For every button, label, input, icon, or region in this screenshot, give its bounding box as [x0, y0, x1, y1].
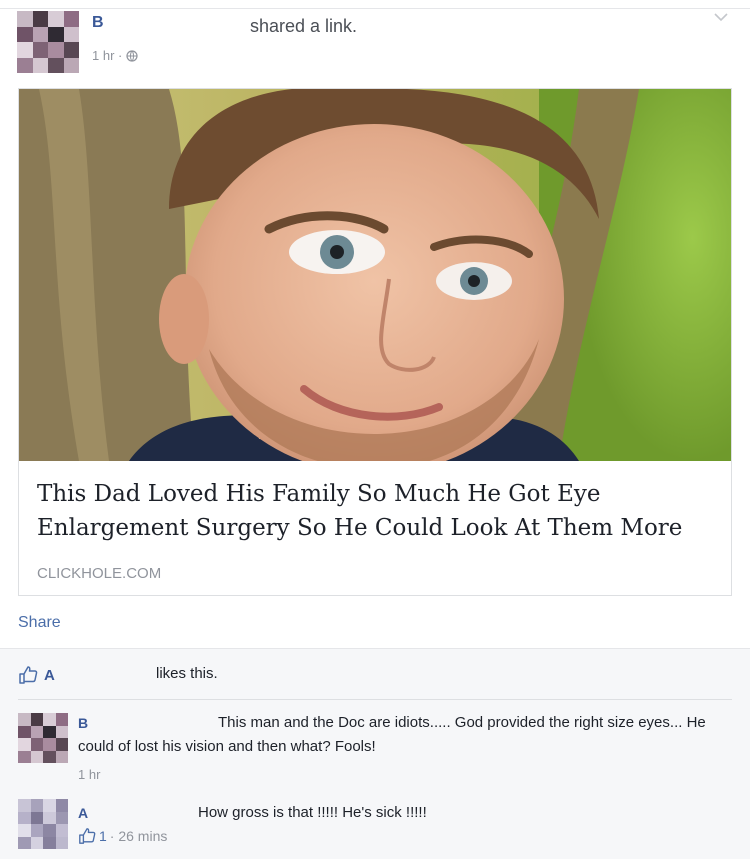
like-summary: A likes this.: [18, 665, 218, 685]
shared-action-text: shared a link.: [250, 16, 358, 36]
thumbs-up-icon: [18, 665, 38, 685]
top-divider: [0, 8, 750, 9]
globe-icon: [126, 49, 138, 62]
facebook-post: B shared a link. 1 hr · This Dad Loved H…: [0, 0, 750, 859]
comment-author[interactable]: A: [78, 805, 88, 821]
post-time[interactable]: 1 hr ·: [92, 48, 122, 63]
commenter-avatar[interactable]: [18, 799, 68, 849]
link-preview-image[interactable]: [19, 89, 731, 461]
feedback-section: A likes this. B This man and the Doc are…: [0, 648, 750, 859]
commenter-avatar[interactable]: [18, 713, 68, 763]
chevron-down-icon[interactable]: [712, 10, 730, 24]
comment-meta: 1 · 26 mins: [78, 827, 167, 845]
comment-time[interactable]: · 26 mins: [110, 828, 168, 844]
poster-avatar[interactable]: [17, 11, 79, 73]
link-title[interactable]: This Dad Loved His Family So Much He Got…: [37, 477, 717, 545]
comment-time[interactable]: 1 hr: [78, 767, 100, 782]
post-author[interactable]: B: [92, 14, 104, 32]
thumbs-up-icon[interactable]: [78, 827, 96, 845]
liker-name[interactable]: A: [44, 667, 55, 684]
link-domain: CLICKHOLE.COM: [37, 565, 162, 582]
feedback-divider: [18, 699, 732, 700]
post-timestamp[interactable]: 1 hr ·: [92, 48, 138, 63]
comment-like-count[interactable]: 1: [99, 828, 107, 844]
comment-text: This man and the Doc are idiots..... God…: [78, 714, 706, 755]
likes-text: likes this.: [156, 665, 218, 682]
link-preview-card[interactable]: This Dad Loved His Family So Much He Got…: [18, 88, 732, 596]
comment-text: How gross is that !!!!! He's sick !!!!!: [198, 804, 427, 821]
share-button[interactable]: Share: [18, 614, 61, 632]
portrait-photo: [19, 89, 731, 461]
